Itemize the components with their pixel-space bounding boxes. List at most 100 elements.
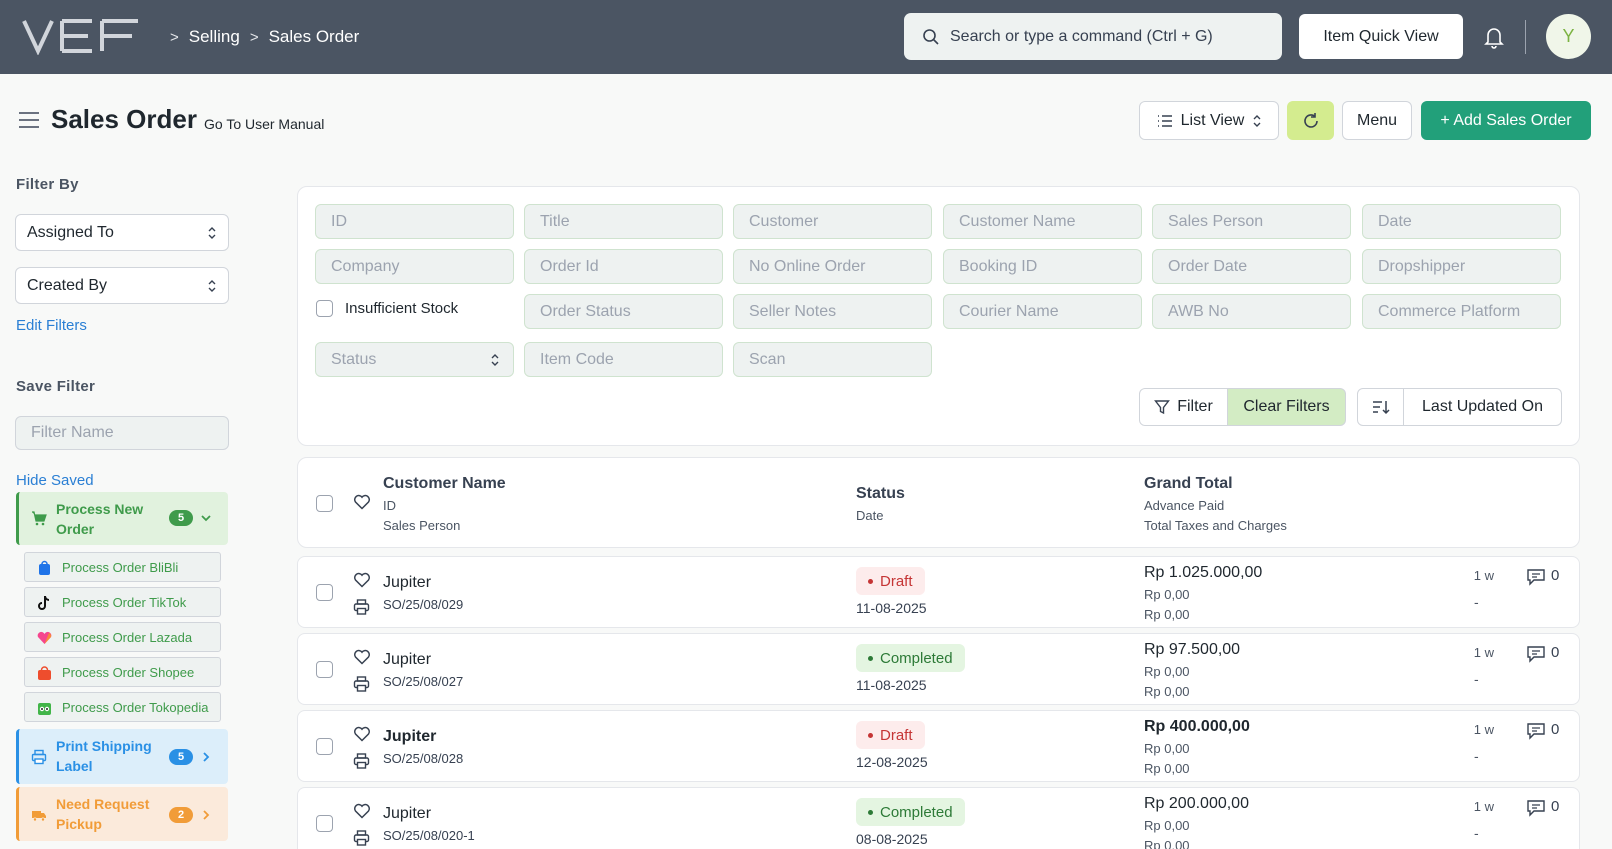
filter-seller-notes-input[interactable] <box>733 294 932 329</box>
comment-icon[interactable] <box>1526 645 1546 663</box>
insufficient-stock-checkbox[interactable] <box>316 300 333 317</box>
filter-button[interactable]: Filter <box>1139 388 1228 426</box>
refresh-button[interactable] <box>1287 101 1334 140</box>
filter-no-online-order-input[interactable] <box>733 249 932 284</box>
row-customer-name[interactable]: Jupiter <box>383 805 431 823</box>
sub-item-shopee[interactable]: Process Order Shopee <box>24 657 221 687</box>
filter-title-input[interactable] <box>524 204 723 239</box>
sub-item-blibli[interactable]: Process Order BliBli <box>24 552 221 582</box>
chevron-right-icon[interactable] <box>199 808 213 822</box>
filter-name-input[interactable] <box>15 416 229 450</box>
user-manual-link[interactable]: Go To User Manual <box>204 116 324 132</box>
row-checkbox[interactable] <box>316 738 333 755</box>
filter-order-date-input[interactable] <box>1152 249 1351 284</box>
table-row[interactable]: Jupiter SO/25/08/027 Completed 11-08-202… <box>297 633 1580 705</box>
group-process-new-order[interactable]: Process New Order 5 <box>16 492 228 545</box>
row-comment-count: 0 <box>1551 721 1560 738</box>
sub-item-tiktok[interactable]: Process Order TikTok <box>24 587 221 617</box>
heart-icon[interactable] <box>353 572 371 588</box>
status-dot <box>868 578 873 584</box>
row-checkbox[interactable] <box>316 584 333 601</box>
printer-icon[interactable] <box>353 599 370 615</box>
select-all-checkbox[interactable] <box>316 495 333 512</box>
printer-icon[interactable] <box>353 753 370 769</box>
search-input[interactable] <box>950 27 1270 46</box>
row-modified-age: 1 w <box>1473 799 1494 814</box>
insufficient-stock-filter[interactable]: Insufficient Stock <box>316 300 458 317</box>
heart-icon[interactable] <box>353 726 371 742</box>
heart-icon[interactable] <box>353 494 371 510</box>
filter-awb-no-input[interactable] <box>1152 294 1351 329</box>
sidebar-toggle-icon[interactable] <box>18 111 40 129</box>
comment-icon[interactable] <box>1526 568 1546 586</box>
add-sales-order-button[interactable]: + Add Sales Order <box>1421 101 1591 140</box>
group-need-request-pickup[interactable]: Need Request Pickup 2 <box>16 787 228 841</box>
printer-icon[interactable] <box>353 676 370 692</box>
bell-icon[interactable] <box>1482 24 1506 50</box>
header-grand-total[interactable]: Grand Total <box>1144 475 1233 493</box>
chevron-right-icon[interactable] <box>199 750 213 764</box>
item-quick-view-button[interactable]: Item Quick View <box>1299 14 1463 59</box>
row-customer-name[interactable]: Jupiter <box>383 728 436 746</box>
vef-logo[interactable] <box>22 17 140 55</box>
row-checkbox[interactable] <box>316 661 333 678</box>
comment-icon[interactable] <box>1526 799 1546 817</box>
header-customer-name[interactable]: Customer Name <box>383 475 506 493</box>
filter-scan-input[interactable] <box>733 342 932 377</box>
sort-by-button[interactable]: Last Updated On <box>1404 388 1562 426</box>
status-text: Completed <box>880 803 953 821</box>
filter-dropshipper-input[interactable] <box>1362 249 1561 284</box>
sub-item-tokopedia[interactable]: Process Order Tokopedia <box>24 692 221 722</box>
filter-status-select[interactable]: Status <box>315 342 514 377</box>
edit-filters-link[interactable]: Edit Filters <box>16 317 87 334</box>
row-customer-name[interactable]: Jupiter <box>383 651 431 669</box>
assigned-to-select[interactable]: Assigned To <box>15 214 229 251</box>
table-row[interactable]: Jupiter SO/25/08/028 Draft 12-08-2025 Rp… <box>297 710 1580 782</box>
group-pickup-count: 2 <box>169 807 193 823</box>
row-total-taxes: Rp 0,00 <box>1144 838 1190 849</box>
row-comment-count: 0 <box>1551 644 1560 661</box>
sort-direction-button[interactable] <box>1357 388 1404 426</box>
header-date: Date <box>856 508 884 523</box>
filter-order-id-input[interactable] <box>524 249 723 284</box>
table-row[interactable]: Jupiter SO/25/08/020-1 Completed 08-08-2… <box>297 787 1580 849</box>
clear-filters-button[interactable]: Clear Filters <box>1228 388 1346 426</box>
row-checkbox[interactable] <box>316 815 333 832</box>
comment-icon[interactable] <box>1526 722 1546 740</box>
filter-company-input[interactable] <box>315 249 514 284</box>
filter-sales-person-input[interactable] <box>1152 204 1351 239</box>
heart-icon[interactable] <box>353 649 371 665</box>
sub-item-label: Process Order Tokopedia <box>62 699 209 715</box>
menu-button[interactable]: Menu <box>1342 101 1412 140</box>
filter-date-input[interactable] <box>1362 204 1561 239</box>
list-view-button[interactable]: List View <box>1139 101 1279 140</box>
filter-customer-input[interactable] <box>733 204 932 239</box>
filter-booking-id-input[interactable] <box>943 249 1142 284</box>
filter-order-status-input[interactable] <box>524 294 723 329</box>
filter-icon <box>1154 400 1171 415</box>
row-customer-name[interactable]: Jupiter <box>383 574 431 592</box>
refresh-icon <box>1303 112 1318 128</box>
avatar[interactable]: Y <box>1546 14 1591 59</box>
table-row[interactable]: Jupiter SO/25/08/029 Draft 11-08-2025 Rp… <box>297 556 1580 628</box>
group-print-shipping-label[interactable]: Print Shipping Label 5 <box>16 729 228 784</box>
navbar-divider <box>1525 20 1526 54</box>
search-bar[interactable] <box>904 13 1282 60</box>
filter-commerce-platform-input[interactable] <box>1362 294 1561 329</box>
hide-saved-link[interactable]: Hide Saved <box>16 472 94 489</box>
filter-customer-name-input[interactable] <box>943 204 1142 239</box>
header-status[interactable]: Status <box>856 485 905 503</box>
filter-item-code-input[interactable] <box>524 342 723 377</box>
filter-id-input[interactable] <box>315 204 514 239</box>
heart-icon[interactable] <box>353 803 371 819</box>
chevron-down-icon[interactable] <box>199 511 213 525</box>
sub-item-lazada[interactable]: Process Order Lazada <box>24 622 221 652</box>
printer-icon[interactable] <box>353 830 370 846</box>
created-by-label: Created By <box>27 276 108 294</box>
sort-descending-icon <box>1372 401 1390 415</box>
breadcrumb-selling[interactable]: Selling <box>189 27 240 47</box>
filter-courier-name-input[interactable] <box>943 294 1142 329</box>
created-by-select[interactable]: Created By <box>15 267 229 304</box>
group-print-count: 5 <box>169 749 193 765</box>
breadcrumb-sales-order[interactable]: Sales Order <box>269 27 360 47</box>
